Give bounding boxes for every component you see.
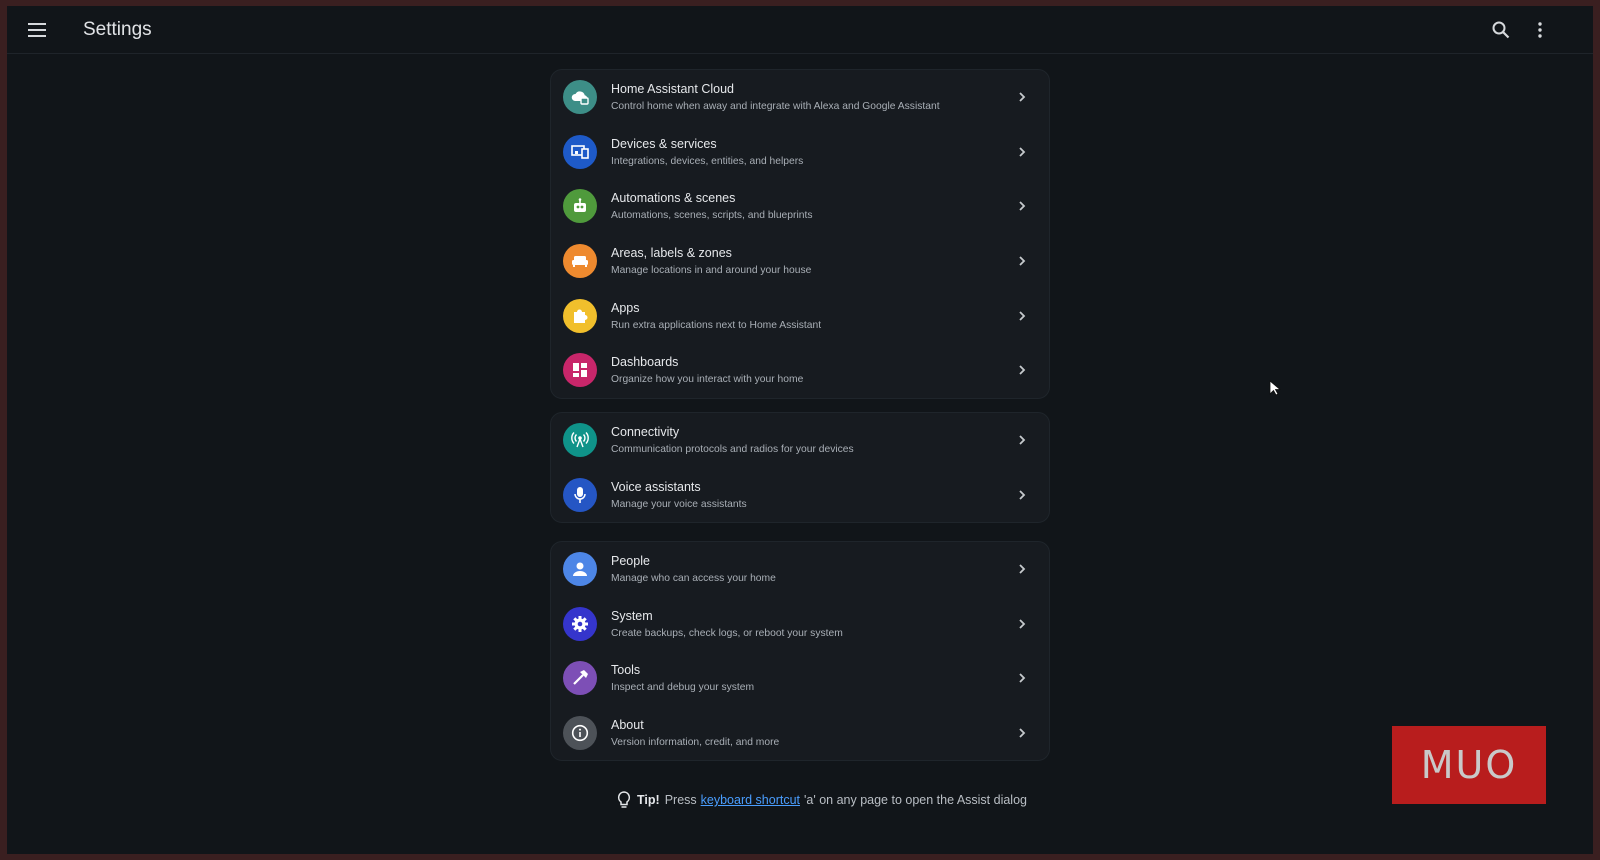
more-options-button[interactable] [1520,10,1560,50]
item-label: System [611,608,653,623]
chevron-right-icon [1019,311,1026,321]
item-description: Inspect and debug your system [611,682,755,694]
app-window: Settings Home Assistant Cloud Control ho… [7,6,1593,854]
microphone-icon [563,477,597,512]
tip-text-before: Press [664,793,697,807]
hammer-icon [563,661,597,696]
item-label: Devices & services [611,136,717,151]
chevron-right-icon [1019,619,1026,629]
dashboard-icon [563,353,597,388]
item-label: Voice assistants [611,479,701,494]
item-description: Organize how you interact with your home [611,374,804,386]
cloud-lock-icon [563,80,597,115]
settings-item-about[interactable]: About Version information, credit, and m… [551,706,1049,761]
settings-item-apps[interactable]: Apps Run extra applications next to Home… [551,288,1049,343]
lightbulb-icon [617,791,631,808]
page-title: Settings [83,19,152,40]
chevron-right-icon [1019,365,1026,375]
info-icon [563,716,597,751]
keyboard-shortcut-link[interactable]: keyboard shortcut [701,793,800,807]
gear-icon [563,606,597,641]
item-description: Integrations, devices, entities, and hel… [611,155,804,167]
settings-item-dashboards[interactable]: Dashboards Organize how you interact wit… [551,343,1049,398]
item-description: Create backups, check logs, or reboot yo… [611,627,843,639]
settings-item-tools[interactable]: Tools Inspect and debug your system [551,651,1049,706]
chevron-right-icon [1019,673,1026,684]
item-description: Control home when away and integrate wit… [611,101,940,113]
item-label: About [611,718,644,733]
chevron-right-icon [1019,201,1026,212]
item-description: Manage your voice assistants [611,498,747,510]
item-description: Run extra applications next to Home Assi… [611,319,822,331]
settings-item-devices[interactable]: Devices & services Integrations, devices… [551,125,1049,180]
tip-label: Tip! [637,793,660,807]
item-description: Automations, scenes, scripts, and bluepr… [611,210,813,222]
item-description: Manage who can access your home [611,573,776,585]
menu-button[interactable] [17,10,57,50]
chevron-right-icon [1019,435,1026,445]
chevron-right-icon [1019,564,1026,574]
tip-text-after: 'a' on any page to open the Assist dialo… [804,793,1027,807]
settings-item-automations[interactable]: Automations & scenes Automations, scenes… [551,179,1049,234]
chevron-right-icon [1019,256,1026,266]
settings-item-connectivity[interactable]: Connectivity Communication protocols and… [551,413,1049,468]
item-label: Areas, labels & zones [611,246,732,261]
settings-item-cloud[interactable]: Home Assistant Cloud Control home when a… [551,70,1049,125]
item-description: Version information, credit, and more [611,737,780,749]
more-vertical-icon [1538,22,1542,38]
settings-card-system: People Manage who can access your home S… [550,541,1050,762]
item-label: Connectivity [611,425,680,440]
muo-watermark-logo: MUO [1392,726,1546,804]
item-label: Automations & scenes [611,191,736,206]
settings-item-people[interactable]: People Manage who can access your home [551,542,1049,597]
top-app-bar: Settings [7,6,1593,54]
item-description: Communication protocols and radios for y… [611,444,854,456]
chevron-right-icon [1019,92,1026,102]
item-description: Manage locations in and around your hous… [611,265,812,277]
settings-item-system[interactable]: System Create backups, check logs, or re… [551,597,1049,652]
settings-card-connectivity: Connectivity Communication protocols and… [550,412,1050,524]
person-icon [563,552,597,587]
puzzle-icon [563,298,597,333]
search-button[interactable] [1481,10,1521,50]
sofa-icon [563,244,597,279]
settings-card-general: Home Assistant Cloud Control home when a… [550,69,1050,399]
antenna-icon [563,423,597,458]
item-label: Home Assistant Cloud [611,82,734,97]
item-label: Dashboards [611,355,679,370]
menu-icon [28,23,46,37]
settings-item-areas[interactable]: Areas, labels & zones Manage locations i… [551,234,1049,289]
search-icon [1492,21,1510,39]
mouse-cursor-icon [1269,380,1281,396]
settings-item-voice[interactable]: Voice assistants Manage your voice assis… [551,468,1049,523]
assist-tip: Tip! Press keyboard shortcut 'a' on any … [617,790,1027,810]
robot-icon [563,189,597,224]
chevron-right-icon [1019,728,1026,738]
item-label: Apps [611,300,640,315]
chevron-right-icon [1019,147,1026,157]
item-label: People [611,554,650,569]
item-label: Tools [611,663,641,678]
devices-icon [563,134,597,169]
chevron-right-icon [1019,490,1026,500]
